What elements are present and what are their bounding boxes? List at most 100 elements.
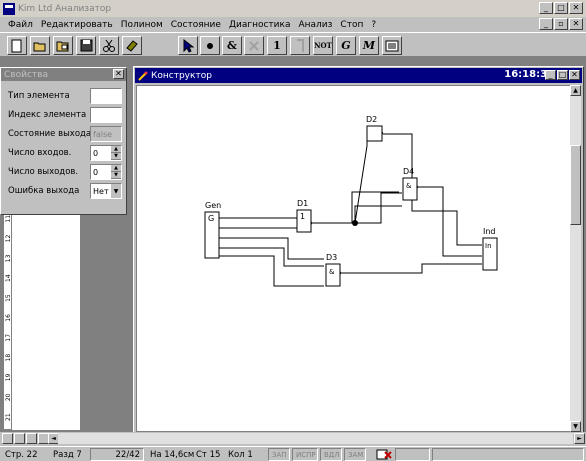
generator-icon[interactable]: G [336, 36, 356, 55]
ruler-mark: 19 [5, 373, 12, 381]
open-folder-icon[interactable] [53, 36, 73, 55]
outputs-count-value: 0 [93, 167, 99, 177]
menu-help[interactable]: ? [367, 20, 380, 30]
spellcheck-icon[interactable] [373, 448, 392, 461]
app-title: Kim Ltd Анализатор [18, 3, 112, 14]
spin-up-icon[interactable]: ▲ [111, 146, 121, 153]
normal-view-icon[interactable] [2, 433, 13, 444]
status-mode-rec[interactable]: ЗАП [268, 448, 290, 461]
junction-dot [352, 220, 358, 226]
outputs-count-label: Число выходов. [8, 167, 79, 177]
app-icon [3, 2, 15, 15]
chevron-down-icon[interactable]: ▼ [111, 184, 121, 198]
d4-symbol: & [406, 182, 412, 190]
output-error-label: Ошибка выхода [8, 186, 80, 196]
properties-close-button[interactable]: ✕ [113, 69, 124, 79]
inputs-count-stepper[interactable]: 0 ▲ ▼ [90, 145, 122, 161]
menu-stop[interactable]: Стоп [336, 20, 367, 30]
indicator-icon[interactable] [382, 36, 402, 55]
menu-edit[interactable]: Редактировать [37, 20, 117, 30]
save-icon[interactable] [76, 36, 96, 55]
not-icon[interactable]: NOT [313, 36, 333, 55]
inputs-count-value: 0 [93, 148, 99, 158]
constructor-maximize-button[interactable]: □ [557, 70, 568, 80]
ind-label: Ind [483, 227, 496, 236]
wire[interactable] [341, 263, 482, 274]
scroll-down-icon[interactable]: ▼ [570, 421, 581, 432]
d4-label: D4 [403, 167, 414, 176]
output-error-select[interactable]: Нет ▼ [90, 183, 122, 199]
circuit-diagram[interactable]: Gen G D1 1 D2 D4 & D3 & Ind In [137, 86, 571, 431]
and-icon[interactable]: & [222, 36, 242, 55]
menu-diagnostics[interactable]: Диагностика [225, 20, 295, 30]
wire[interactable] [219, 247, 324, 267]
element-type-field[interactable] [90, 88, 122, 104]
wire[interactable] [354, 132, 368, 224]
wire[interactable] [418, 186, 482, 257]
constructor-close-button[interactable]: ✕ [569, 70, 580, 80]
spin-down-icon[interactable]: ▼ [111, 172, 121, 179]
wire[interactable] [219, 255, 324, 287]
vertical-scrollbar[interactable]: ▲ ▼ [570, 85, 581, 432]
spin-up-icon[interactable]: ▲ [111, 165, 121, 172]
wire[interactable] [355, 192, 402, 224]
mdi-close-button[interactable]: ✕ [569, 18, 583, 30]
open-icon[interactable] [30, 36, 50, 55]
d2-block[interactable] [366, 125, 383, 142]
d3-label: D3 [326, 253, 337, 262]
scroll-up-icon[interactable]: ▲ [570, 85, 581, 96]
status-line: Ст 15 [196, 449, 221, 460]
status-mode-ovr[interactable]: ЗАМ [344, 448, 366, 461]
layout-view-icon[interactable] [14, 433, 25, 444]
ruler-mark: 14 [5, 274, 12, 282]
constructor-window: Конструктор 16:18:36 _ □ ✕ Gen G D1 1 D2… [133, 66, 584, 433]
constructor-title: Конструктор [151, 70, 212, 81]
minimize-button[interactable]: _ [539, 2, 553, 14]
constructor-minimize-button[interactable]: _ [545, 70, 556, 80]
menu-state[interactable]: Состояние [167, 20, 225, 30]
menu-analysis[interactable]: Анализ [294, 20, 336, 30]
or-icon[interactable] [244, 36, 264, 55]
scroll-thumb[interactable] [570, 145, 581, 225]
status-page: Стр. 22 [5, 449, 38, 460]
circuit-canvas[interactable]: Gen G D1 1 D2 D4 & D3 & Ind In [136, 85, 572, 432]
mdi-restore-button[interactable]: ▫ [554, 18, 568, 30]
pointer-icon[interactable] [178, 36, 198, 55]
status-section: Разд 7 [53, 449, 82, 460]
menu-file[interactable]: Файл [4, 20, 37, 30]
status-bar: Стр. 22 Разд 7 22/42 На 14,6см Ст 15 Кол… [0, 446, 586, 461]
dot-icon[interactable] [200, 36, 220, 55]
new-icon[interactable] [7, 36, 27, 55]
ruler-mark: 12 [5, 235, 12, 243]
horizontal-scroll-track[interactable] [58, 433, 573, 444]
menu-polynom[interactable]: Полином [117, 20, 167, 30]
memory-icon[interactable]: M [359, 36, 379, 55]
status-empty-2 [432, 448, 584, 461]
status-column: Кол 1 [228, 449, 253, 460]
status-mode-trk[interactable]: ИСПР [292, 448, 318, 461]
menu-bar: Файл Редактировать Полином Состояние Диа… [0, 17, 586, 32]
mdi-minimize-button[interactable]: _ [539, 18, 553, 30]
maximize-button[interactable]: □ [554, 2, 568, 14]
page-view-icon[interactable] [26, 433, 37, 444]
one-icon[interactable]: 1 [267, 36, 287, 55]
wire[interactable] [354, 205, 402, 223]
eraser-icon[interactable] [122, 36, 142, 55]
d1-label: D1 [297, 199, 308, 208]
spin-down-icon[interactable]: ▼ [111, 153, 121, 160]
close-button[interactable]: ✕ [569, 2, 583, 14]
ruler-mark: 13 [5, 254, 12, 262]
element-index-field[interactable] [90, 107, 122, 123]
scroll-right-icon[interactable]: ► [574, 433, 585, 444]
wire[interactable] [383, 133, 482, 246]
horizontal-scrollbar[interactable]: ◄ ► [0, 432, 586, 445]
element-index-label: Индекс элемента [8, 110, 87, 120]
input-icon[interactable] [290, 36, 310, 55]
ind-symbol: In [485, 242, 492, 250]
ruler-mark: 21 [5, 413, 12, 421]
d2-label: D2 [366, 115, 377, 124]
ruler-mark: 18 [5, 354, 12, 362]
status-mode-ext[interactable]: ВДЛ [320, 448, 342, 461]
outputs-count-stepper[interactable]: 0 ▲ ▼ [90, 164, 122, 180]
scissors-icon[interactable] [99, 36, 119, 55]
